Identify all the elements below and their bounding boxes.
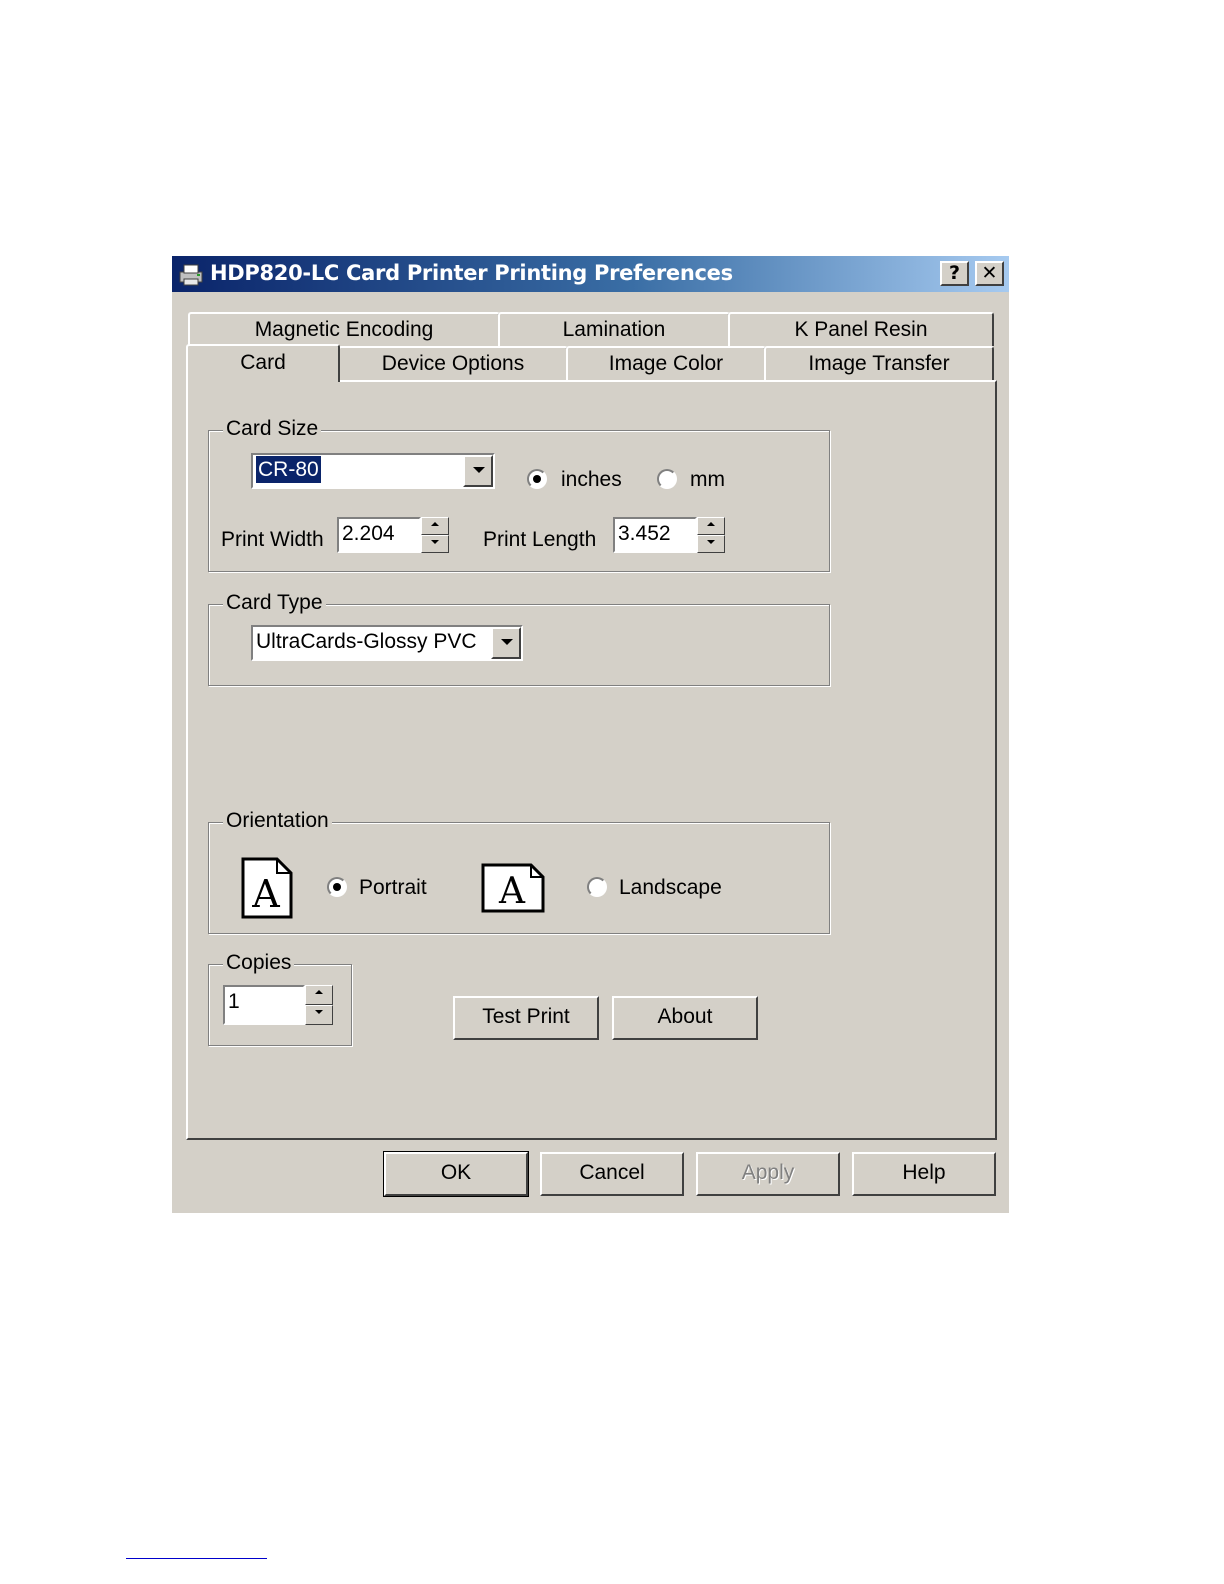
tab-lamination[interactable]: Lamination: [498, 312, 730, 346]
printer-icon: [179, 264, 203, 286]
copies-input[interactable]: 1: [223, 985, 305, 1025]
card-type-label: Card Type: [223, 590, 326, 616]
mm-radio[interactable]: [657, 469, 677, 489]
card-size-dropdown[interactable]: CR-80: [251, 453, 495, 489]
tab-device-options[interactable]: Device Options: [338, 346, 568, 380]
tab-magnetic-encoding[interactable]: Magnetic Encoding: [188, 312, 500, 346]
card-type-group: Card Type UltraCards-Glossy PVC: [208, 590, 830, 686]
inches-radio[interactable]: [527, 469, 547, 489]
print-width-spinner[interactable]: [421, 517, 449, 553]
apply-button[interactable]: Apply: [696, 1152, 840, 1196]
help-button[interactable]: Help: [852, 1152, 996, 1196]
card-size-value: CR-80: [256, 456, 321, 483]
card-size-group: Card Size CR-80 inches mm Print Width 2.…: [208, 416, 830, 572]
spin-down-icon[interactable]: [421, 535, 449, 553]
test-print-button[interactable]: Test Print: [453, 996, 599, 1040]
card-size-label: Card Size: [223, 416, 322, 442]
print-width-input[interactable]: 2.204: [337, 517, 421, 553]
close-icon[interactable]: ✕: [975, 261, 1004, 286]
window-title: HDP820-LC Card Printer Printing Preferen…: [210, 261, 733, 285]
inches-label: inches: [561, 468, 622, 491]
print-length-spinner[interactable]: [697, 517, 725, 553]
spin-down-icon[interactable]: [305, 1005, 333, 1025]
mm-label: mm: [690, 468, 725, 491]
portrait-label: Portrait: [359, 876, 427, 899]
tab-image-transfer[interactable]: Image Transfer: [764, 346, 994, 380]
print-length-input[interactable]: 3.452: [613, 517, 697, 553]
tab-image-color[interactable]: Image Color: [566, 346, 766, 380]
spin-down-icon[interactable]: [697, 535, 725, 553]
orientation-group: Orientation A Portrait A Landscape: [208, 808, 830, 934]
footnote-rule: [126, 1558, 267, 1559]
print-width-label: Print Width: [221, 528, 324, 551]
tab-card[interactable]: Card: [186, 344, 340, 382]
copies-spinner[interactable]: [305, 985, 333, 1025]
landscape-page-icon: A: [481, 863, 545, 913]
spin-up-icon[interactable]: [421, 517, 449, 535]
print-length-label: Print Length: [483, 528, 597, 551]
about-button[interactable]: About: [612, 996, 758, 1040]
printing-preferences-dialog: HDP820-LC Card Printer Printing Preferen…: [172, 256, 1009, 1213]
ok-button[interactable]: OK: [383, 1151, 529, 1197]
card-type-dropdown[interactable]: UltraCards-Glossy PVC: [251, 625, 523, 661]
portrait-page-icon: A: [241, 857, 293, 919]
tab-k-panel-resin[interactable]: K Panel Resin: [728, 312, 994, 346]
landscape-icon-letter: A: [498, 871, 526, 912]
cancel-button[interactable]: Cancel: [540, 1152, 684, 1196]
portrait-radio[interactable]: [327, 877, 347, 897]
chevron-down-icon[interactable]: [463, 455, 493, 487]
title-bar: HDP820-LC Card Printer Printing Preferen…: [172, 256, 1009, 292]
help-title-button[interactable]: ?: [940, 261, 969, 286]
card-tab-panel: Card Size CR-80 inches mm Print Width 2.…: [186, 380, 997, 1140]
landscape-radio[interactable]: [587, 877, 607, 897]
orientation-label: Orientation: [223, 808, 332, 834]
landscape-label: Landscape: [619, 876, 722, 899]
spin-up-icon[interactable]: [305, 985, 333, 1005]
chevron-down-icon[interactable]: [491, 627, 521, 659]
portrait-icon-letter: A: [251, 872, 280, 916]
spin-up-icon[interactable]: [697, 517, 725, 535]
card-type-value: UltraCards-Glossy PVC: [256, 630, 477, 653]
copies-group: Copies 1: [208, 950, 352, 1046]
copies-label: Copies: [223, 950, 295, 976]
